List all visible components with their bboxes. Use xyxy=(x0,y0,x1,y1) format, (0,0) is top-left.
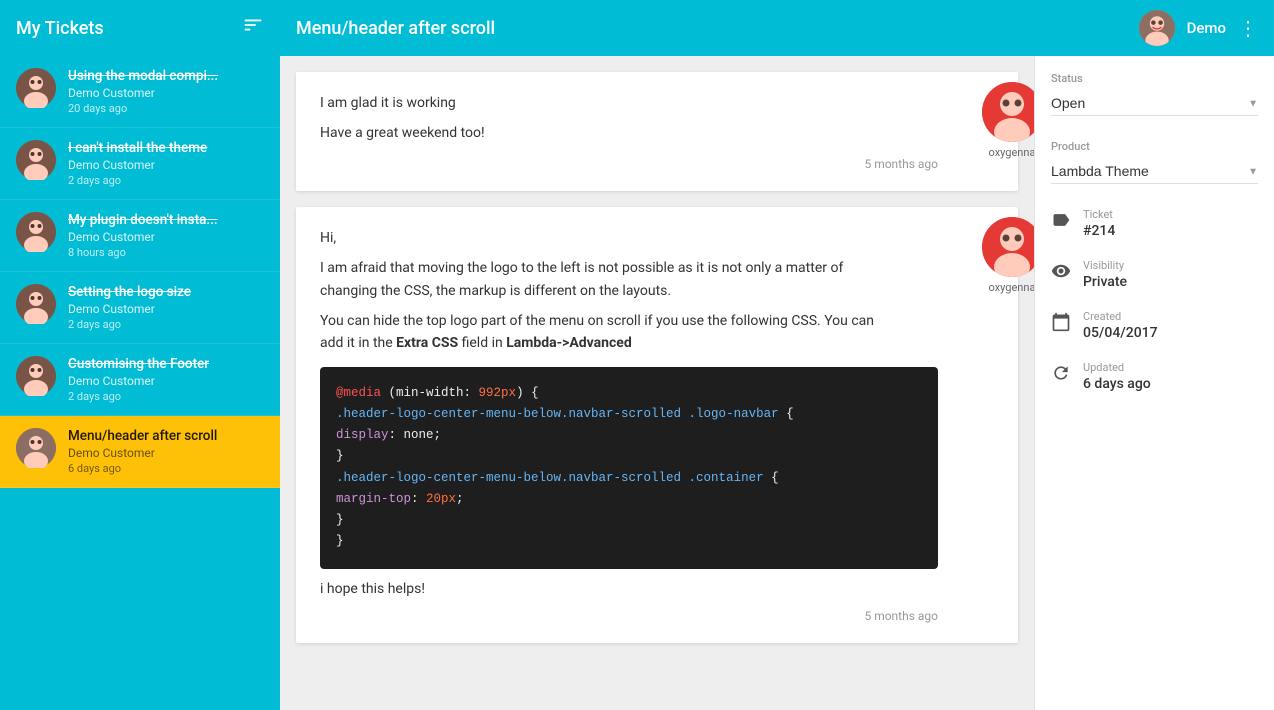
ticket-info-content: Ticket #214 xyxy=(1083,208,1115,239)
ticket-customer-3: Demo Customer xyxy=(68,230,264,244)
right-panel: Status Open Closed Pending Product Lambd… xyxy=(1034,56,1274,710)
ticket-customer-5: Demo Customer xyxy=(68,374,264,388)
message-card-2: Hi, I am afraid that moving the logo to … xyxy=(296,207,1018,643)
message-avatar-2: oxygenna xyxy=(982,217,1034,294)
ticket-item-5[interactable]: Customising the Footer Demo Customer 2 d… xyxy=(0,344,280,416)
message-line-1: I am glad it is working xyxy=(320,92,878,114)
message-body-1: I am afraid that moving the logo to the … xyxy=(320,257,878,302)
ticket-info-row: Ticket #214 xyxy=(1051,208,1258,239)
ticket-avatar-2 xyxy=(16,140,56,180)
updated-info-row: Updated 6 days ago xyxy=(1051,361,1258,392)
ticket-avatar-3 xyxy=(16,212,56,252)
visibility-info-row: Visibility Private xyxy=(1051,259,1258,290)
ticket-info-value: #214 xyxy=(1083,223,1115,239)
ticket-title-1: Using the modal compi... xyxy=(68,68,264,84)
ticket-info-1: Using the modal compi... Demo Customer 2… xyxy=(68,68,264,115)
created-info-row: Created 05/04/2017 xyxy=(1051,310,1258,341)
ticket-customer-6: Demo Customer xyxy=(68,446,264,460)
created-info-content: Created 05/04/2017 xyxy=(1083,310,1158,341)
ticket-customer-1: Demo Customer xyxy=(68,86,264,100)
ticket-avatar-1 xyxy=(16,68,56,108)
updated-info-label: Updated xyxy=(1083,361,1151,374)
more-options-icon[interactable]: ⋮ xyxy=(1238,16,1258,40)
main-header: Menu/header after scroll Demo ⋮ xyxy=(280,10,1274,46)
lambda-advanced-bold: Lambda->Advanced xyxy=(506,335,632,351)
created-info-label: Created xyxy=(1083,310,1158,323)
visibility-info-value: Private xyxy=(1083,274,1127,290)
extra-css-bold: Extra CSS xyxy=(396,335,458,351)
header-right: Demo ⋮ xyxy=(1139,10,1258,46)
ticket-item-1[interactable]: Using the modal compi... Demo Customer 2… xyxy=(0,56,280,128)
message-text-2: Hi, I am afraid that moving the logo to … xyxy=(320,227,878,355)
main-layout: Using the modal compi... Demo Customer 2… xyxy=(0,56,1274,710)
ticket-time-6: 6 days ago xyxy=(68,462,264,475)
visibility-eye-icon xyxy=(1051,261,1071,286)
ticket-title-3: My plugin doesn't insta... xyxy=(68,212,264,228)
filter-icon[interactable] xyxy=(242,14,264,42)
ticket-info-4: Setting the logo size Demo Customer 2 da… xyxy=(68,284,264,331)
ticket-label-icon xyxy=(1051,210,1071,235)
ticket-info-5: Customising the Footer Demo Customer 2 d… xyxy=(68,356,264,403)
ticket-title-2: I can't install the theme xyxy=(68,140,264,156)
product-label: Product xyxy=(1051,140,1258,153)
sidebar: Using the modal compi... Demo Customer 2… xyxy=(0,56,280,710)
ticket-item-6[interactable]: Menu/header after scroll Demo Customer 6… xyxy=(0,416,280,488)
updated-refresh-icon xyxy=(1051,363,1071,388)
message-avatar-1: oxygenna xyxy=(982,82,1034,159)
ticket-time-2: 2 days ago xyxy=(68,174,264,187)
ticket-time-3: 8 hours ago xyxy=(68,246,264,259)
message-text-1: I am glad it is working Have a great wee… xyxy=(320,92,878,145)
message-footer: i hope this helps! xyxy=(320,581,938,597)
top-header: My Tickets Menu/header after scroll Demo… xyxy=(0,0,1274,56)
updated-info-content: Updated 6 days ago xyxy=(1083,361,1151,392)
status-select[interactable]: Open Closed Pending xyxy=(1051,91,1258,116)
ticket-time-1: 20 days ago xyxy=(68,102,264,115)
message-body-2: You can hide the top logo part of the me… xyxy=(320,310,878,355)
status-select-wrapper: Open Closed Pending xyxy=(1051,91,1258,116)
visibility-info-content: Visibility Private xyxy=(1083,259,1127,290)
ticket-title-6: Menu/header after scroll xyxy=(68,428,264,444)
updated-info-value: 6 days ago xyxy=(1083,376,1151,392)
ticket-time-4: 2 days ago xyxy=(68,318,264,331)
ticket-info-6: Menu/header after scroll Demo Customer 6… xyxy=(68,428,264,475)
ticket-title-5: Customising the Footer xyxy=(68,356,264,372)
ticket-time-5: 2 days ago xyxy=(68,390,264,403)
code-block: @media (min-width: 992px) { .header-logo… xyxy=(320,367,938,569)
content-area: I am glad it is working Have a great wee… xyxy=(280,56,1034,710)
ticket-title-header: Menu/header after scroll xyxy=(296,18,495,39)
message-timestamp-1: 5 months ago xyxy=(320,157,938,171)
ticket-info-label: Ticket xyxy=(1083,208,1115,221)
product-select[interactable]: Lambda Theme Other xyxy=(1051,159,1258,184)
message-line-2: Have a great weekend too! xyxy=(320,122,878,144)
ticket-customer-2: Demo Customer xyxy=(68,158,264,172)
message-greeting: Hi, xyxy=(320,227,878,249)
created-info-value: 05/04/2017 xyxy=(1083,325,1158,341)
status-label: Status xyxy=(1051,72,1258,85)
sidebar-title: My Tickets xyxy=(16,18,104,39)
ticket-customer-4: Demo Customer xyxy=(68,302,264,316)
message-avatar-name-1: oxygenna xyxy=(982,146,1034,159)
product-section: Product Lambda Theme Other xyxy=(1051,140,1258,184)
user-avatar-header xyxy=(1139,10,1175,46)
ticket-info-3: My plugin doesn't insta... Demo Customer… xyxy=(68,212,264,259)
ticket-avatar-6 xyxy=(16,428,56,468)
user-name: Demo xyxy=(1187,19,1226,37)
visibility-info-label: Visibility xyxy=(1083,259,1127,272)
message-timestamp-2: 5 months ago xyxy=(320,609,938,623)
ticket-avatar-5 xyxy=(16,356,56,396)
ticket-item-4[interactable]: Setting the logo size Demo Customer 2 da… xyxy=(0,272,280,344)
created-calendar-icon xyxy=(1051,312,1071,337)
ticket-info-2: I can't install the theme Demo Customer … xyxy=(68,140,264,187)
status-section: Status Open Closed Pending xyxy=(1051,72,1258,116)
sidebar-header: My Tickets xyxy=(0,14,280,42)
ticket-item-2[interactable]: I can't install the theme Demo Customer … xyxy=(0,128,280,200)
message-card-1: I am glad it is working Have a great wee… xyxy=(296,72,1018,191)
ticket-item-3[interactable]: My plugin doesn't insta... Demo Customer… xyxy=(0,200,280,272)
message-avatar-name-2: oxygenna xyxy=(982,281,1034,294)
product-select-wrapper: Lambda Theme Other xyxy=(1051,159,1258,184)
ticket-title-4: Setting the logo size xyxy=(68,284,264,300)
ticket-avatar-4 xyxy=(16,284,56,324)
